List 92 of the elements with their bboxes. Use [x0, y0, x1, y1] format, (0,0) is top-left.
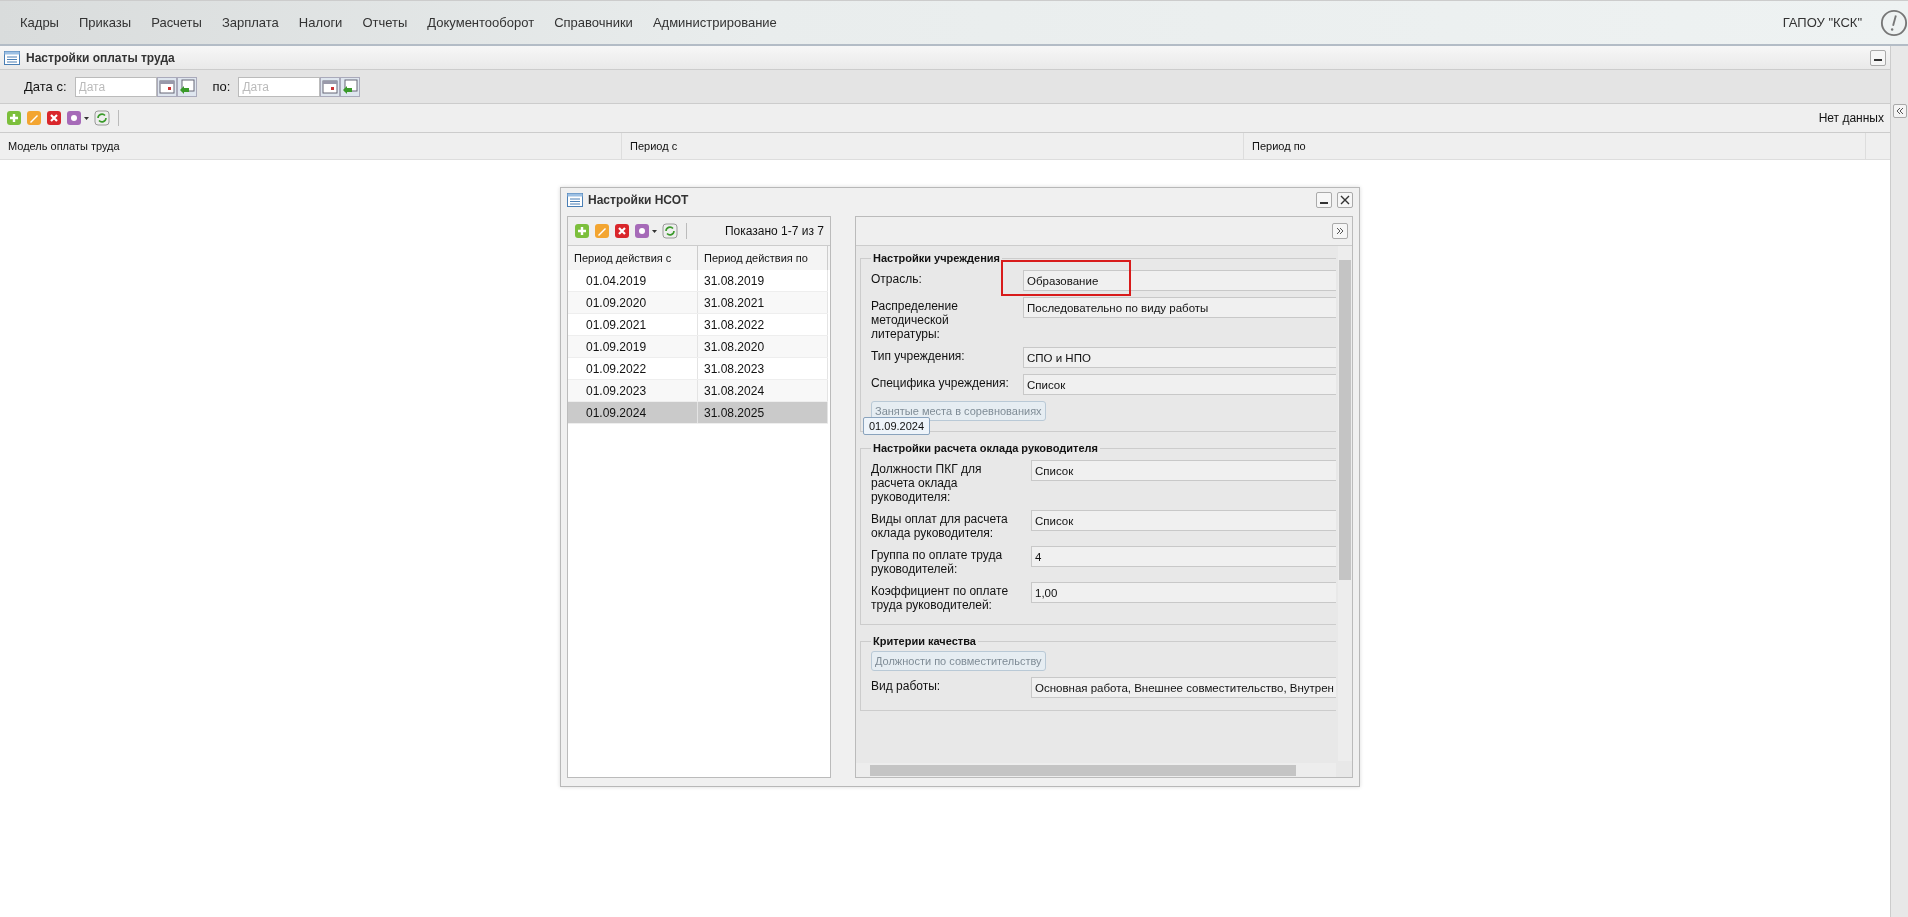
date-from-label: Дата с:	[24, 79, 67, 94]
gear-dropdown-icon[interactable]	[66, 110, 90, 126]
edit-icon[interactable]	[594, 223, 610, 239]
period-row[interactable]: 01.09.2020 31.08.2021	[568, 292, 828, 314]
add-icon[interactable]	[574, 223, 590, 239]
organization-name: ГАПОУ "КСК"	[1782, 15, 1862, 30]
horizontal-scrollbar[interactable]	[856, 763, 1336, 777]
menu-item[interactable]: Кадры	[10, 15, 69, 30]
minimize-button[interactable]	[1316, 192, 1332, 208]
field-label: Вид работы:	[871, 678, 942, 693]
double-chevron-icon	[1335, 226, 1345, 236]
minimize-button[interactable]	[1870, 49, 1886, 66]
field-label: Специфика учреждения:	[871, 375, 1010, 390]
window-icon	[567, 193, 583, 207]
column-header[interactable]: Период по	[1244, 133, 1866, 159]
input-field[interactable]: Образование	[1023, 270, 1336, 291]
table-cell: 31.08.2022	[698, 314, 828, 335]
table-cell: 31.08.2025	[698, 402, 828, 423]
table-cell: 01.04.2019	[568, 270, 698, 291]
input-field[interactable]: 1,00	[1031, 582, 1336, 603]
period-row[interactable]: 01.09.2023 31.08.2024	[568, 380, 828, 402]
gear-dropdown-icon[interactable]	[634, 223, 658, 239]
menu-item[interactable]: Налоги	[288, 15, 353, 30]
table-cell: 01.09.2024	[568, 402, 698, 423]
table-cell: 01.09.2023	[568, 380, 698, 401]
menu-item[interactable]: Документооборот	[417, 15, 545, 30]
field-label: Виды оплат для расчета оклада руководителя:	[871, 511, 1009, 540]
table-cell: 01.09.2021	[568, 314, 698, 335]
date-to-label: по:	[212, 79, 231, 94]
input-field[interactable]: Список	[1031, 510, 1336, 531]
period-row[interactable]: 01.09.2019 31.08.2020	[568, 336, 828, 358]
tooltip: 01.09.2024	[863, 417, 931, 435]
column-header[interactable]: Период действия с	[568, 246, 698, 270]
minimize-icon	[1320, 201, 1328, 204]
field-label: Отрасль:	[871, 271, 923, 286]
window-icon	[4, 50, 20, 65]
table-cell: 01.09.2019	[568, 336, 698, 357]
field-label: Должности ПКГ для расчета оклада руководителя:	[871, 461, 983, 504]
double-chevron-icon	[1894, 106, 1905, 116]
table-cell: 01.09.2020	[568, 292, 698, 313]
delete-icon[interactable]	[614, 223, 630, 239]
menu-item[interactable]: Зарплата	[211, 15, 289, 30]
section-title: Настройки учреждения	[872, 252, 1001, 264]
input-field[interactable]: 4	[1031, 546, 1336, 567]
menu-item[interactable]: Администрирование	[642, 15, 787, 30]
field-label: Коэффициент по оплате труда руководителей:	[871, 583, 1010, 612]
refresh-icon[interactable]	[94, 110, 110, 126]
table-cell: 31.08.2019	[698, 270, 828, 291]
collapse-button[interactable]	[1332, 223, 1348, 239]
section-title: Настройки расчета оклада руководителя	[872, 442, 1099, 454]
status-text: Нет данных	[1818, 111, 1884, 125]
menu-item[interactable]: Приказы	[68, 15, 142, 30]
date-to-field[interactable]: Дата	[238, 76, 321, 97]
menu-item[interactable]: Справочники	[544, 15, 643, 30]
table-cell: 01.09.2022	[568, 358, 698, 379]
close-icon	[1340, 195, 1350, 205]
clear-date-icon[interactable]	[176, 76, 197, 97]
close-button[interactable]	[1337, 192, 1353, 208]
panel-title: Настройки оплаты труда	[26, 50, 175, 65]
clear-date-icon[interactable]	[340, 76, 361, 97]
add-icon[interactable]	[6, 110, 22, 126]
refresh-icon[interactable]	[662, 223, 678, 239]
table-cell: 31.08.2023	[698, 358, 828, 379]
dialog-title: Настройки НСОТ	[588, 193, 689, 207]
menu-item[interactable]: Расчеты	[141, 15, 212, 30]
date-from-field[interactable]: Дата	[74, 76, 157, 97]
expand-button[interactable]	[1892, 104, 1907, 118]
delete-icon[interactable]	[46, 110, 62, 126]
column-header[interactable]: Период с	[622, 133, 1244, 159]
edit-icon[interactable]	[26, 110, 42, 126]
input-field[interactable]: Основная работа, Внешнее совместительство, Внутрен	[1031, 677, 1336, 698]
table-cell: 31.08.2024	[698, 380, 828, 401]
calendar-icon[interactable]	[156, 76, 177, 97]
field-label: Тип учреждения:	[871, 348, 966, 363]
menu-item[interactable]: Отчеты	[352, 15, 418, 30]
field-label: Группа по оплате труда руководителей:	[871, 547, 1004, 576]
period-row[interactable]: 01.09.2024 31.08.2025	[568, 402, 828, 424]
calendar-icon[interactable]	[320, 76, 341, 97]
record-count: Показано 1-7 из 7	[724, 224, 824, 238]
field-label: Распределение методической литературы:	[871, 298, 959, 341]
table-cell: 31.08.2021	[698, 292, 828, 313]
column-header[interactable]: Период действия по	[698, 246, 828, 270]
input-field[interactable]: Список	[1023, 374, 1336, 395]
section-title: Критерии качества	[872, 635, 977, 647]
input-field[interactable]: Список	[1031, 460, 1336, 481]
info-icon[interactable]	[1880, 8, 1908, 37]
input-field[interactable]: Последовательно по виду работы	[1023, 297, 1336, 318]
column-header[interactable]: Модель оплаты труда	[0, 133, 622, 159]
table-cell: 31.08.2020	[698, 336, 828, 357]
input-field[interactable]: СПО и НПО	[1023, 347, 1336, 368]
vertical-scrollbar[interactable]	[1338, 246, 1352, 761]
minimize-icon	[1874, 59, 1882, 61]
